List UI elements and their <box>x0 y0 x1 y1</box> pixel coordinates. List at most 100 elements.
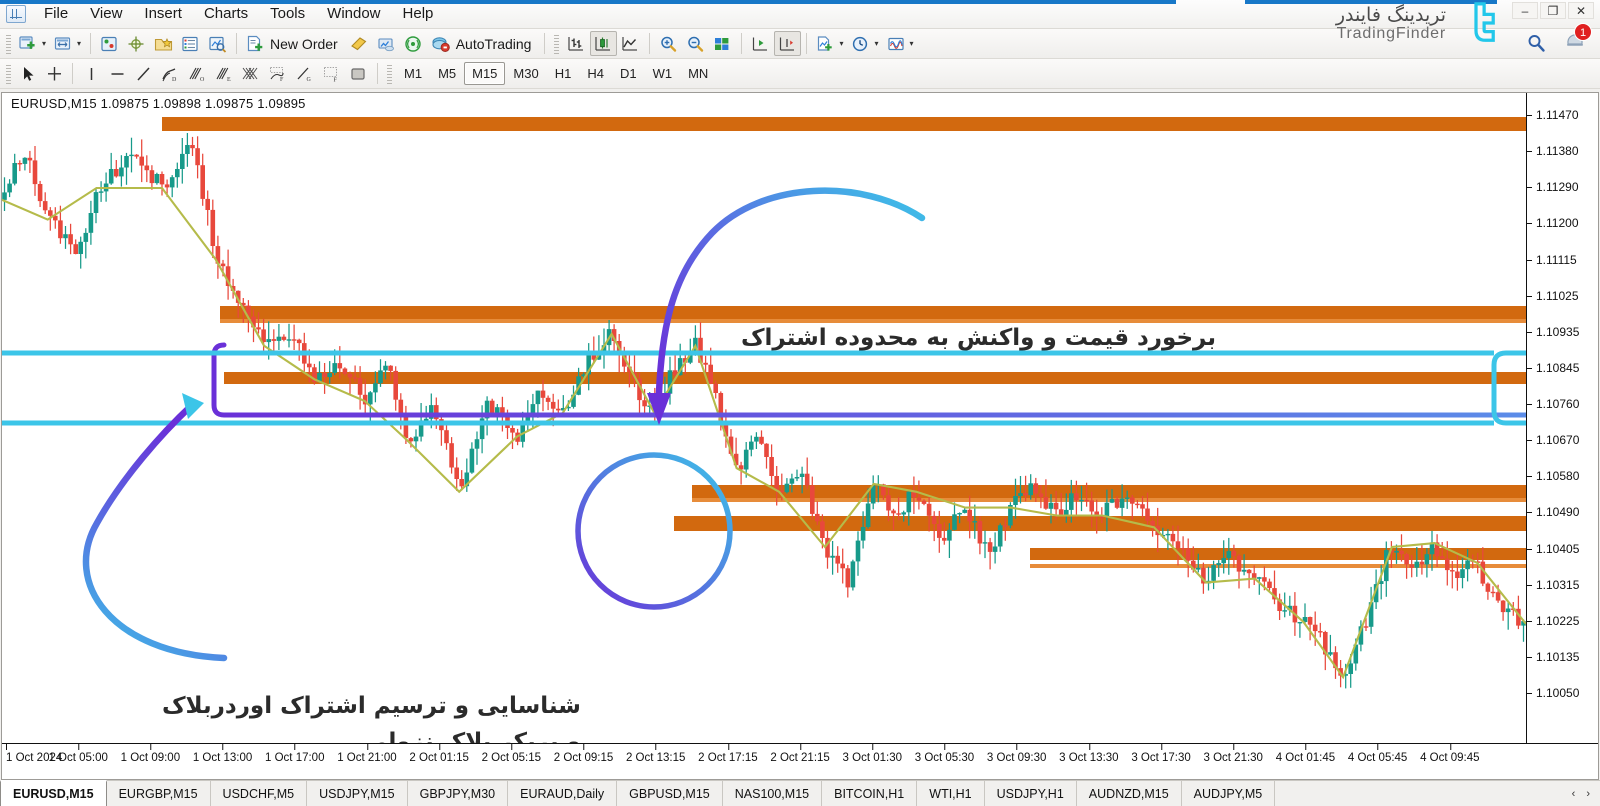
search-icon[interactable] <box>1526 33 1546 53</box>
trendline-tool[interactable] <box>130 61 156 86</box>
tile-windows-button[interactable] <box>709 31 736 56</box>
time-tick-mark <box>1305 743 1307 750</box>
crosshair-tool[interactable] <box>41 61 67 86</box>
chart-tab-wti-h1[interactable]: WTI,H1 <box>917 781 985 806</box>
chart-tab-usdjpy-m15[interactable]: USDJPY,M15 <box>307 781 408 806</box>
toolbar-separator <box>377 63 378 84</box>
horizontal-line-tool[interactable] <box>104 61 130 86</box>
chart-tab-gbpusd-m15[interactable]: GBPUSD,M15 <box>617 781 723 806</box>
shapes-tool[interactable]: F <box>318 61 345 86</box>
cursor-tool[interactable] <box>15 61 41 86</box>
annotation-text-orderblock-breaker: شناسایی و ترسیم اشتراک اوردربلاک و بریکر… <box>162 689 581 743</box>
timeframe-m1[interactable]: M1 <box>396 62 430 85</box>
timeframe-h4[interactable]: H4 <box>579 62 612 85</box>
timeframe-h1[interactable]: H1 <box>547 62 580 85</box>
tab-next-button[interactable]: › <box>1586 788 1590 800</box>
tab-prev-button[interactable]: ‹ <box>1572 788 1576 800</box>
menu-item-charts[interactable]: Charts <box>193 2 259 26</box>
zoom-out-button[interactable] <box>682 31 709 56</box>
market-watch-button[interactable] <box>96 31 123 56</box>
chart-shift-button[interactable] <box>747 31 774 56</box>
menu-item-window[interactable]: Window <box>316 2 391 26</box>
cycle-lines-icon: F <box>270 66 284 83</box>
timeframe-d1[interactable]: D1 <box>612 62 645 85</box>
chart-plot-area[interactable]: برخورد قیمت و واکنش به محدوده اشتراک شنا… <box>2 93 1526 743</box>
toolbar-grip[interactable] <box>6 33 11 54</box>
vertical-line-tool[interactable] <box>78 61 104 86</box>
app-logo-icon <box>6 5 26 23</box>
chart-window-button[interactable]: ▾ <box>50 31 85 56</box>
time-tick-mark <box>1233 743 1235 750</box>
auto-scroll-button[interactable] <box>774 31 802 56</box>
bar-chart-button[interactable] <box>563 31 590 56</box>
templates-button[interactable]: ▾ <box>883 31 918 56</box>
fibonacci-expansion-tool[interactable]: E <box>210 61 237 86</box>
time-tick-mark <box>872 743 874 750</box>
trendline-icon <box>136 66 150 81</box>
time-axis[interactable]: 1 Oct 2024 1 Oct 05:00 1 Oct 09:00 1 Oct 13… <box>2 743 1598 779</box>
chart-tab-usdchf-m5[interactable]: USDCHF,M5 <box>211 781 308 806</box>
chart-tab-euraud-daily[interactable]: EURAUD,Daily <box>508 781 618 806</box>
timeframe-w1[interactable]: W1 <box>645 62 681 85</box>
chart-tab-usdjpy-h1[interactable]: USDJPY,H1 <box>985 781 1077 806</box>
timeframe-m5[interactable]: M5 <box>430 62 464 85</box>
autotrading-button[interactable]: AutoTrading <box>427 31 540 56</box>
time-tick-label: 4 Oct 05:45 <box>1348 743 1407 764</box>
fibonacci-retracement-tool[interactable]: O <box>183 61 210 86</box>
chart-tab-gbpjpy-m30[interactable]: GBPJPY,M30 <box>408 781 509 806</box>
time-tick-label: 2 Oct 09:15 <box>554 743 613 764</box>
new-order-button[interactable]: New Order <box>242 31 346 56</box>
price-tick-label: 1.11380 <box>1527 144 1579 158</box>
chart-tab-bitcoin-h1[interactable]: BITCOIN,H1 <box>822 781 918 806</box>
andrews-pitchfork-tool[interactable] <box>237 61 264 86</box>
timeframe-m15[interactable]: M15 <box>464 62 506 85</box>
data-window-button[interactable] <box>123 31 150 56</box>
rectangle-tool[interactable] <box>345 61 372 86</box>
toolbar-grip[interactable] <box>554 33 560 54</box>
chart-tab-eurgbp-m15[interactable]: EURGBP,M15 <box>107 781 211 806</box>
menu-item-help[interactable]: Help <box>392 2 445 26</box>
toolbar-grip[interactable] <box>6 63 11 84</box>
annotation-line-1: شناسایی و ترسیم اشتراک اوردربلاک <box>162 693 581 719</box>
chart-tab-audnzd-m15[interactable]: AUDNZD,M15 <box>1077 781 1182 806</box>
time-tick-label: 3 Oct 17:30 <box>1131 743 1191 764</box>
strategy-tester-icon <box>209 36 227 53</box>
zoom-in-button[interactable] <box>655 31 682 56</box>
clock-icon <box>853 36 868 51</box>
equidistant-channel-tool[interactable]: D <box>156 61 183 86</box>
timeframe-mn[interactable]: MN <box>680 62 716 85</box>
menu-item-file[interactable]: File <box>33 2 79 26</box>
metaeditor-button[interactable] <box>346 31 373 56</box>
menu-item-view[interactable]: View <box>79 2 133 26</box>
cycle-lines-tool[interactable]: F <box>264 61 291 86</box>
close-button[interactable]: ✕ <box>1568 2 1594 19</box>
timeframe-m30[interactable]: M30 <box>505 62 546 85</box>
new-chart-button[interactable]: ▾ <box>15 31 50 56</box>
timeframe-grip[interactable] <box>387 63 392 84</box>
price-tick-label: 1.10670 <box>1527 433 1579 447</box>
price-tick-label: 1.10405 <box>1527 542 1579 556</box>
chart-tab-nas100-m15[interactable]: NAS100,M15 <box>723 781 823 806</box>
price-axis[interactable]: 1.11470 1.11380 1.11290 1.11200 1.11115 1.110… <box>1526 93 1598 743</box>
signals-button[interactable] <box>400 31 427 56</box>
terminal-button[interactable] <box>177 31 204 56</box>
text-label-tool[interactable]: G <box>291 61 318 86</box>
minimize-button[interactable]: – <box>1512 2 1538 19</box>
chart-tab-audjpy-m5[interactable]: AUDJPY,M5 <box>1182 781 1276 806</box>
navigator-button[interactable] <box>150 31 177 56</box>
candlestick-chart-button[interactable] <box>590 31 618 56</box>
time-tick-mark <box>1088 743 1090 750</box>
bar-chart-icon <box>568 36 584 51</box>
chart-tab-eurusd-m15[interactable]: EURUSD,M15 <box>0 780 107 806</box>
zoom-in-icon <box>661 36 677 52</box>
annotation-arrow-bottomleft <box>82 393 228 662</box>
menu-item-tools[interactable]: Tools <box>259 2 316 26</box>
expert-advisors-button[interactable] <box>373 31 400 56</box>
menu-item-insert[interactable]: Insert <box>133 2 193 26</box>
strategy-tester-button[interactable] <box>204 31 231 56</box>
indicators-button[interactable]: ▾ <box>812 31 847 56</box>
restore-button[interactable]: ❐ <box>1540 2 1566 19</box>
chart-window[interactable]: EURUSD,M15 1.09875 1.09898 1.09875 1.098… <box>1 92 1599 780</box>
periods-button[interactable]: ▾ <box>847 31 882 56</box>
line-chart-button[interactable] <box>617 31 644 56</box>
